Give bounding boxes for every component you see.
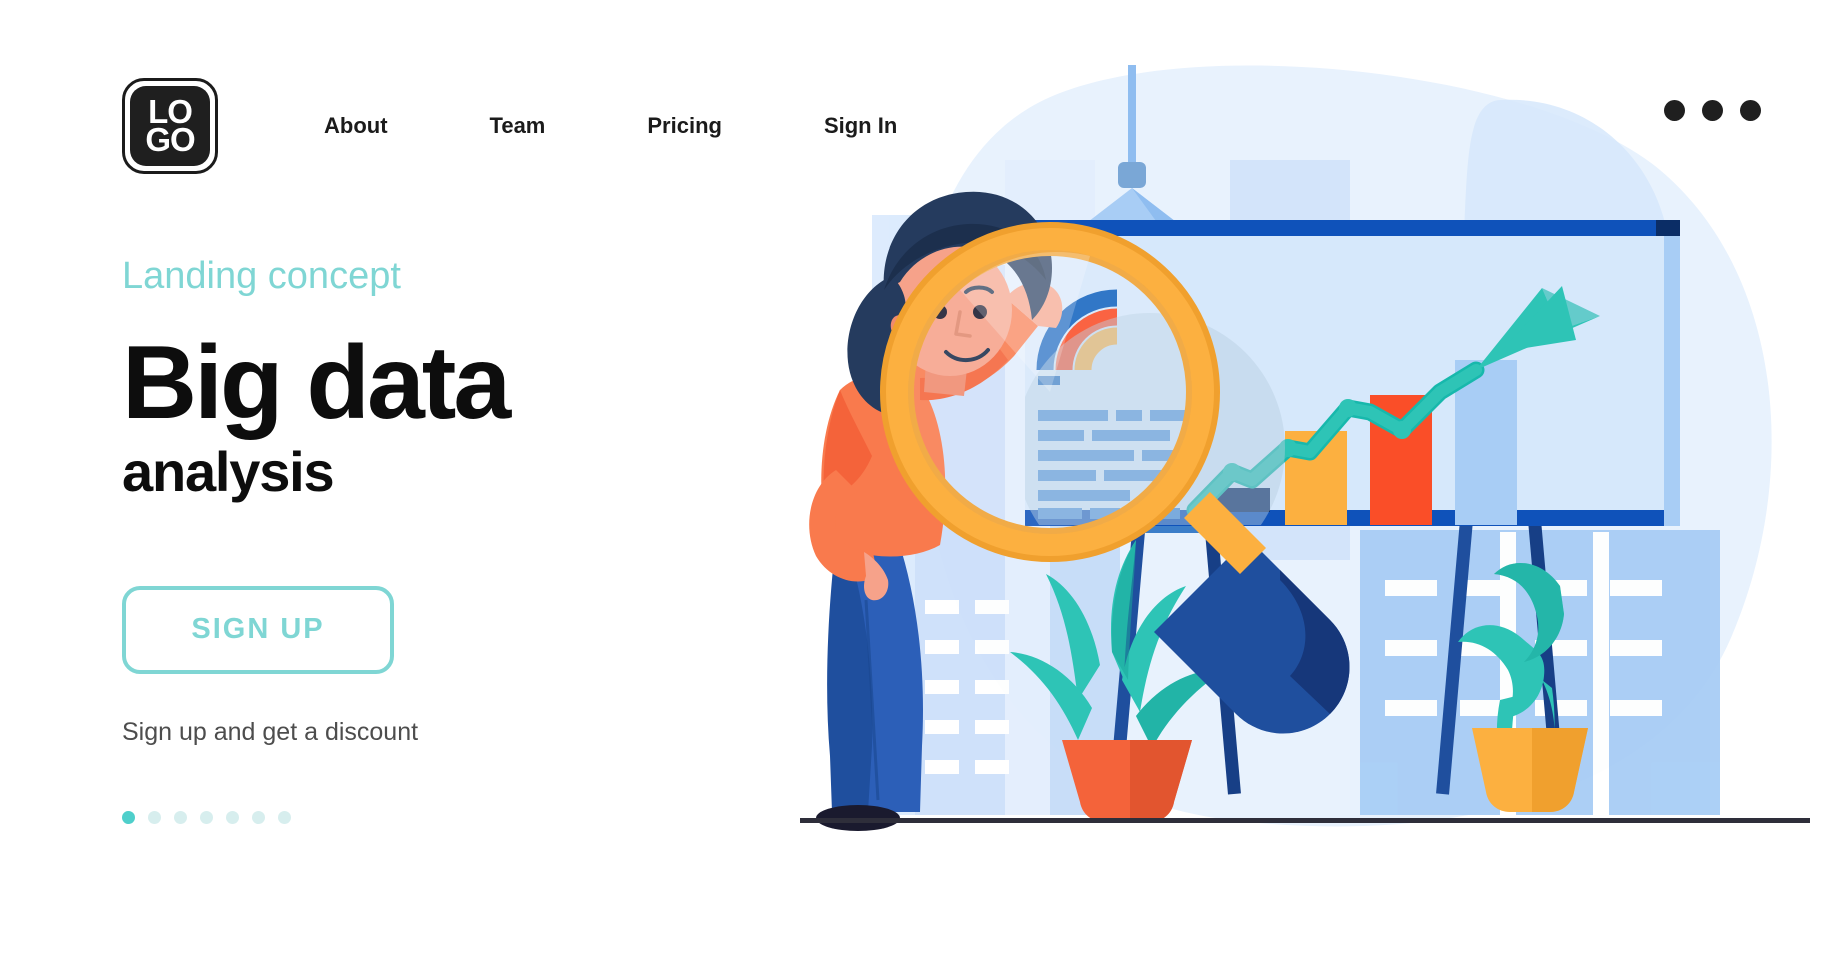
pager-dot-1[interactable] (122, 810, 135, 824)
pager-dot-3[interactable] (174, 810, 187, 824)
logo-line-2: GO (145, 121, 195, 158)
discount-note: Sign up and get a discount (122, 717, 419, 746)
logo[interactable]: LO GO (122, 78, 218, 174)
pager-dot-7[interactable] (278, 810, 291, 824)
landing-page: LO GO About Team Pricing Sign In Landing… (0, 0, 1837, 980)
carousel-pager (122, 810, 722, 824)
pager-dot-4[interactable] (200, 810, 213, 824)
sign-up-button[interactable]: SIGN UP (122, 585, 394, 674)
page-title: Big data (122, 325, 511, 441)
header-nav: LO GO About Team Pricing Sign In (122, 78, 897, 174)
big-data-analysis-illustration (800, 40, 1810, 950)
pager-dot-5[interactable] (226, 810, 239, 824)
logo-inner: LO GO (130, 86, 210, 166)
nav-item-team[interactable]: Team (490, 113, 546, 139)
hero-eyebrow: Landing concept (122, 255, 401, 297)
pager-dot-2[interactable] (148, 810, 161, 824)
pager-dot-6[interactable] (252, 810, 265, 824)
ground-line (800, 818, 1810, 823)
hero-content: Landing concept Big data analysis SIGN U… (122, 255, 722, 824)
nav-item-about[interactable]: About (324, 113, 388, 139)
page-subtitle: analysis (122, 439, 335, 503)
nav-item-pricing[interactable]: Pricing (647, 113, 722, 139)
